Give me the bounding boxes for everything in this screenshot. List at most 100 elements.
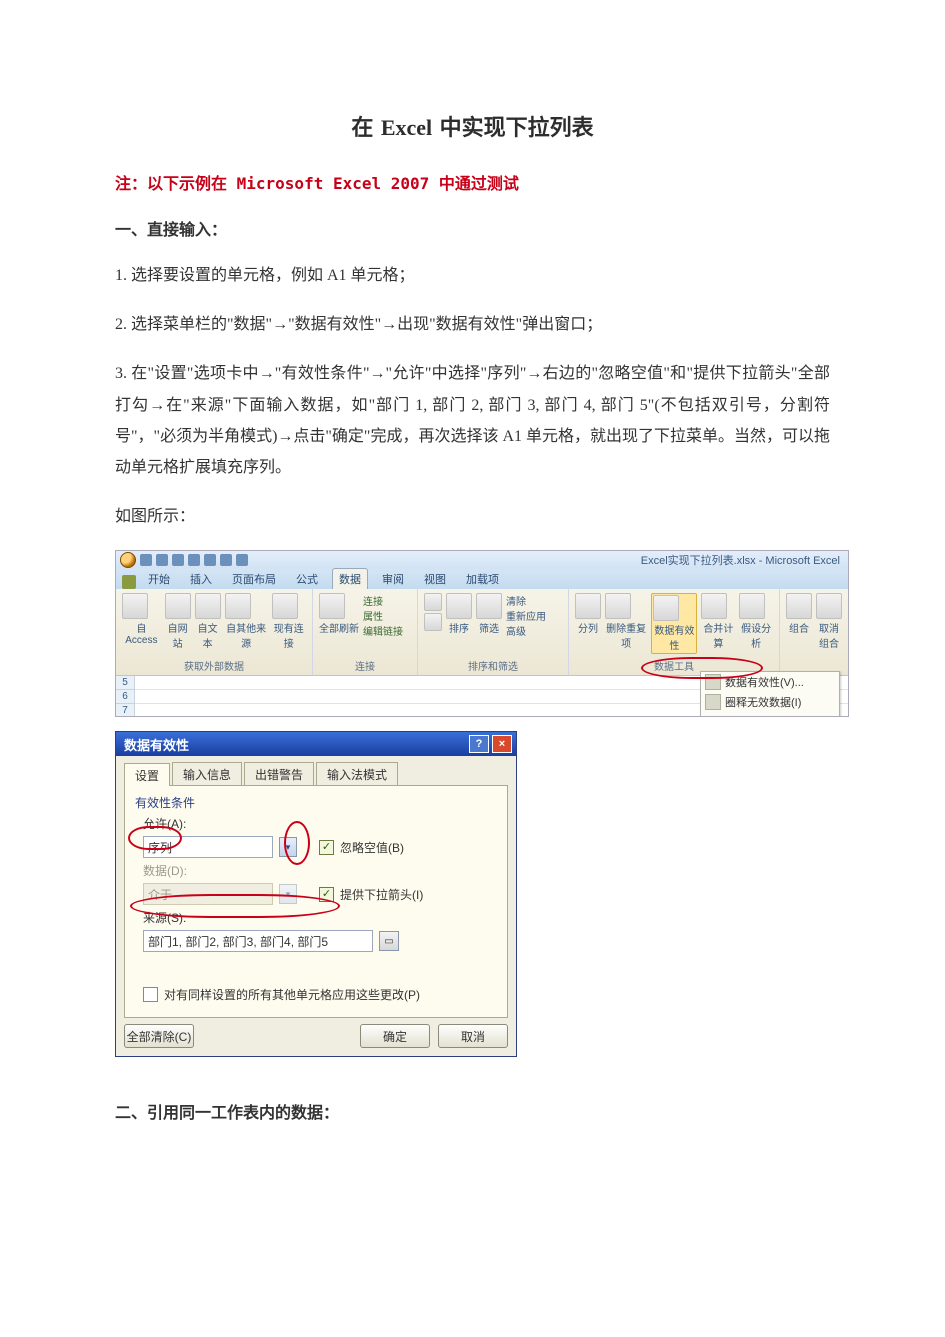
ribbon-tab-formulas[interactable]: 公式: [290, 569, 324, 589]
existing-conn-label: 现有连接: [272, 620, 306, 650]
ignore-blank-checkbox[interactable]: ✓: [319, 840, 334, 855]
from-text-label: 自文本: [195, 620, 221, 650]
tab-ime-mode[interactable]: 输入法模式: [316, 762, 398, 785]
ribbon-tab-start[interactable]: 开始: [142, 569, 176, 589]
page-title: 在 Excel 中实现下拉列表: [115, 110, 830, 142]
label: 对有同样设置的所有其他单元格应用这些更改(P): [164, 986, 420, 1003]
from-other-label: 自其他来源: [225, 620, 268, 650]
ribbon-tab-review[interactable]: 审阅: [376, 569, 410, 589]
ignore-blank-label: 忽略空值(B): [340, 839, 404, 856]
qat-icon[interactable]: [156, 554, 168, 566]
from-text-icon[interactable]: [195, 593, 221, 619]
clear-all-button[interactable]: 全部清除(C): [124, 1024, 194, 1048]
group-name: 排序和筛选: [418, 658, 568, 673]
filter-label: 筛选: [476, 620, 502, 635]
qat-icon[interactable]: [188, 554, 200, 566]
tabbar-home-indicator-icon: [122, 575, 136, 589]
from-access-icon[interactable]: [122, 593, 148, 619]
data-validation-icon[interactable]: [653, 595, 679, 621]
text-to-columns-icon[interactable]: [575, 593, 601, 619]
window-titlebar: Excel实现下拉列表.xlsx - Microsoft Excel: [116, 551, 848, 569]
annotation-ring: [641, 657, 763, 679]
existing-conn-icon[interactable]: [272, 593, 298, 619]
circle-invalid-icon: [705, 694, 721, 710]
row-header[interactable]: 6: [116, 690, 135, 704]
dialog-tabs: 设置 输入信息 出错警告 输入法模式: [124, 762, 508, 786]
step-1: 1. 选择要设置的单元格，例如 A1 单元格；: [115, 260, 830, 291]
help-button[interactable]: ?: [469, 735, 489, 753]
group-label: 组合: [786, 620, 812, 635]
remove-dup-label: 删除重复项: [605, 620, 647, 650]
office-button-icon[interactable]: [120, 552, 136, 568]
dialog-title: 数据有效性: [124, 735, 189, 754]
qat-icon[interactable]: [220, 554, 232, 566]
ungroup-icon[interactable]: [816, 593, 842, 619]
consolidate-label: 合并计算: [701, 620, 735, 650]
group-name: 连接: [313, 658, 417, 673]
note-line: 注：以下示例在 Microsoft Excel 2007 中通过测试: [115, 170, 830, 194]
group-icon[interactable]: [786, 593, 812, 619]
step-2: 2. 选择菜单栏的"数据"→"数据有效性"→出现"数据有效性"弹出窗口；: [115, 309, 830, 340]
properties-item[interactable]: 属性: [363, 608, 403, 623]
row-header[interactable]: 7: [116, 704, 135, 717]
close-button[interactable]: ×: [492, 735, 512, 753]
annotation-ring-allow: [128, 826, 182, 850]
apply-others-checkbox[interactable]: [143, 987, 158, 1002]
data-validation-label: 数据有效性: [653, 622, 695, 652]
dialog-titlebar: 数据有效性 ? ×: [116, 732, 516, 756]
sort-asc-icon[interactable]: [424, 593, 442, 611]
ok-button[interactable]: 确定: [360, 1024, 430, 1048]
reapply-item[interactable]: 重新应用: [506, 608, 546, 623]
advanced-item[interactable]: 高级: [506, 623, 546, 638]
caption-as-shown: 如图所示：: [115, 501, 830, 532]
annotation-ring-checks: [284, 821, 310, 865]
clear-item[interactable]: 清除: [506, 593, 546, 608]
refresh-all-icon[interactable]: [319, 593, 345, 619]
whatif-icon[interactable]: [739, 593, 765, 619]
cancel-button[interactable]: 取消: [438, 1024, 508, 1048]
dialog-actions: 全部清除(C) 确定 取消: [124, 1018, 508, 1048]
step-3: 3. 在"设置"选项卡中→"有效性条件"→"允许"中选择"序列"→右边的"忽略空…: [115, 358, 830, 483]
tab-error-alert[interactable]: 出错警告: [244, 762, 314, 785]
from-web-icon[interactable]: [165, 593, 191, 619]
group-connections: 全部刷新 连接 属性 编辑链接 连接: [313, 589, 418, 675]
remove-dup-icon[interactable]: [605, 593, 631, 619]
qat-icon[interactable]: [236, 554, 248, 566]
refresh-all-label: 全部刷新: [319, 620, 359, 635]
row-header[interactable]: 5: [116, 676, 135, 690]
filter-icon[interactable]: [476, 593, 502, 619]
dv-menu-item[interactable]: 圈释无效数据(I): [701, 692, 839, 712]
group-outline: 组合 取消组合: [780, 589, 848, 675]
group-sort-filter: 排序 筛选 清除 重新应用 高级 排序和筛选: [418, 589, 569, 675]
ribbon-tab-insert[interactable]: 插入: [184, 569, 218, 589]
range-picker-icon[interactable]: ▭: [379, 931, 399, 951]
qat-icon[interactable]: [140, 554, 152, 566]
from-web-label: 自网站: [165, 620, 191, 650]
ribbon-tab-view[interactable]: 视图: [418, 569, 452, 589]
section2-heading: 二、引用同一工作表内的数据：: [115, 1099, 830, 1123]
allow-label: 允许(A):: [143, 815, 497, 832]
from-other-icon[interactable]: [225, 593, 251, 619]
excel-ribbon-screenshot: Excel实现下拉列表.xlsx - Microsoft Excel 开始 插入…: [115, 550, 849, 717]
menu-label: 圈释无效数据(I): [725, 694, 801, 710]
ribbon-tabbar: 开始 插入 页面布局 公式 数据 审阅 视图 加载项: [116, 569, 848, 589]
ungroup-label: 取消组合: [816, 620, 842, 650]
source-input[interactable]: 部门1, 部门2, 部门3, 部门4, 部门5: [143, 930, 373, 952]
consolidate-icon[interactable]: [701, 593, 727, 619]
text-to-columns-label: 分列: [575, 620, 601, 635]
ribbon-tab-data[interactable]: 数据: [332, 568, 368, 589]
tab-settings[interactable]: 设置: [124, 763, 170, 786]
qat-icon[interactable]: [204, 554, 216, 566]
qat-icon[interactable]: [172, 554, 184, 566]
window-title: Excel实现下拉列表.xlsx - Microsoft Excel: [633, 551, 848, 569]
ribbon-tab-addins[interactable]: 加载项: [460, 569, 505, 589]
ribbon-tab-layout[interactable]: 页面布局: [226, 569, 282, 589]
fieldset-label: 有效性条件: [135, 794, 497, 811]
data-validation-dialog: 数据有效性 ? × 设置 输入信息 出错警告 输入法模式 有效性条件 允许(A)…: [115, 731, 517, 1057]
tab-input-message[interactable]: 输入信息: [172, 762, 242, 785]
connections-item[interactable]: 连接: [363, 593, 403, 608]
from-access-label: 自 Access: [122, 620, 161, 646]
editlinks-item[interactable]: 编辑链接: [363, 623, 403, 638]
sort-icon[interactable]: [446, 593, 472, 619]
sort-desc-icon[interactable]: [424, 613, 442, 631]
